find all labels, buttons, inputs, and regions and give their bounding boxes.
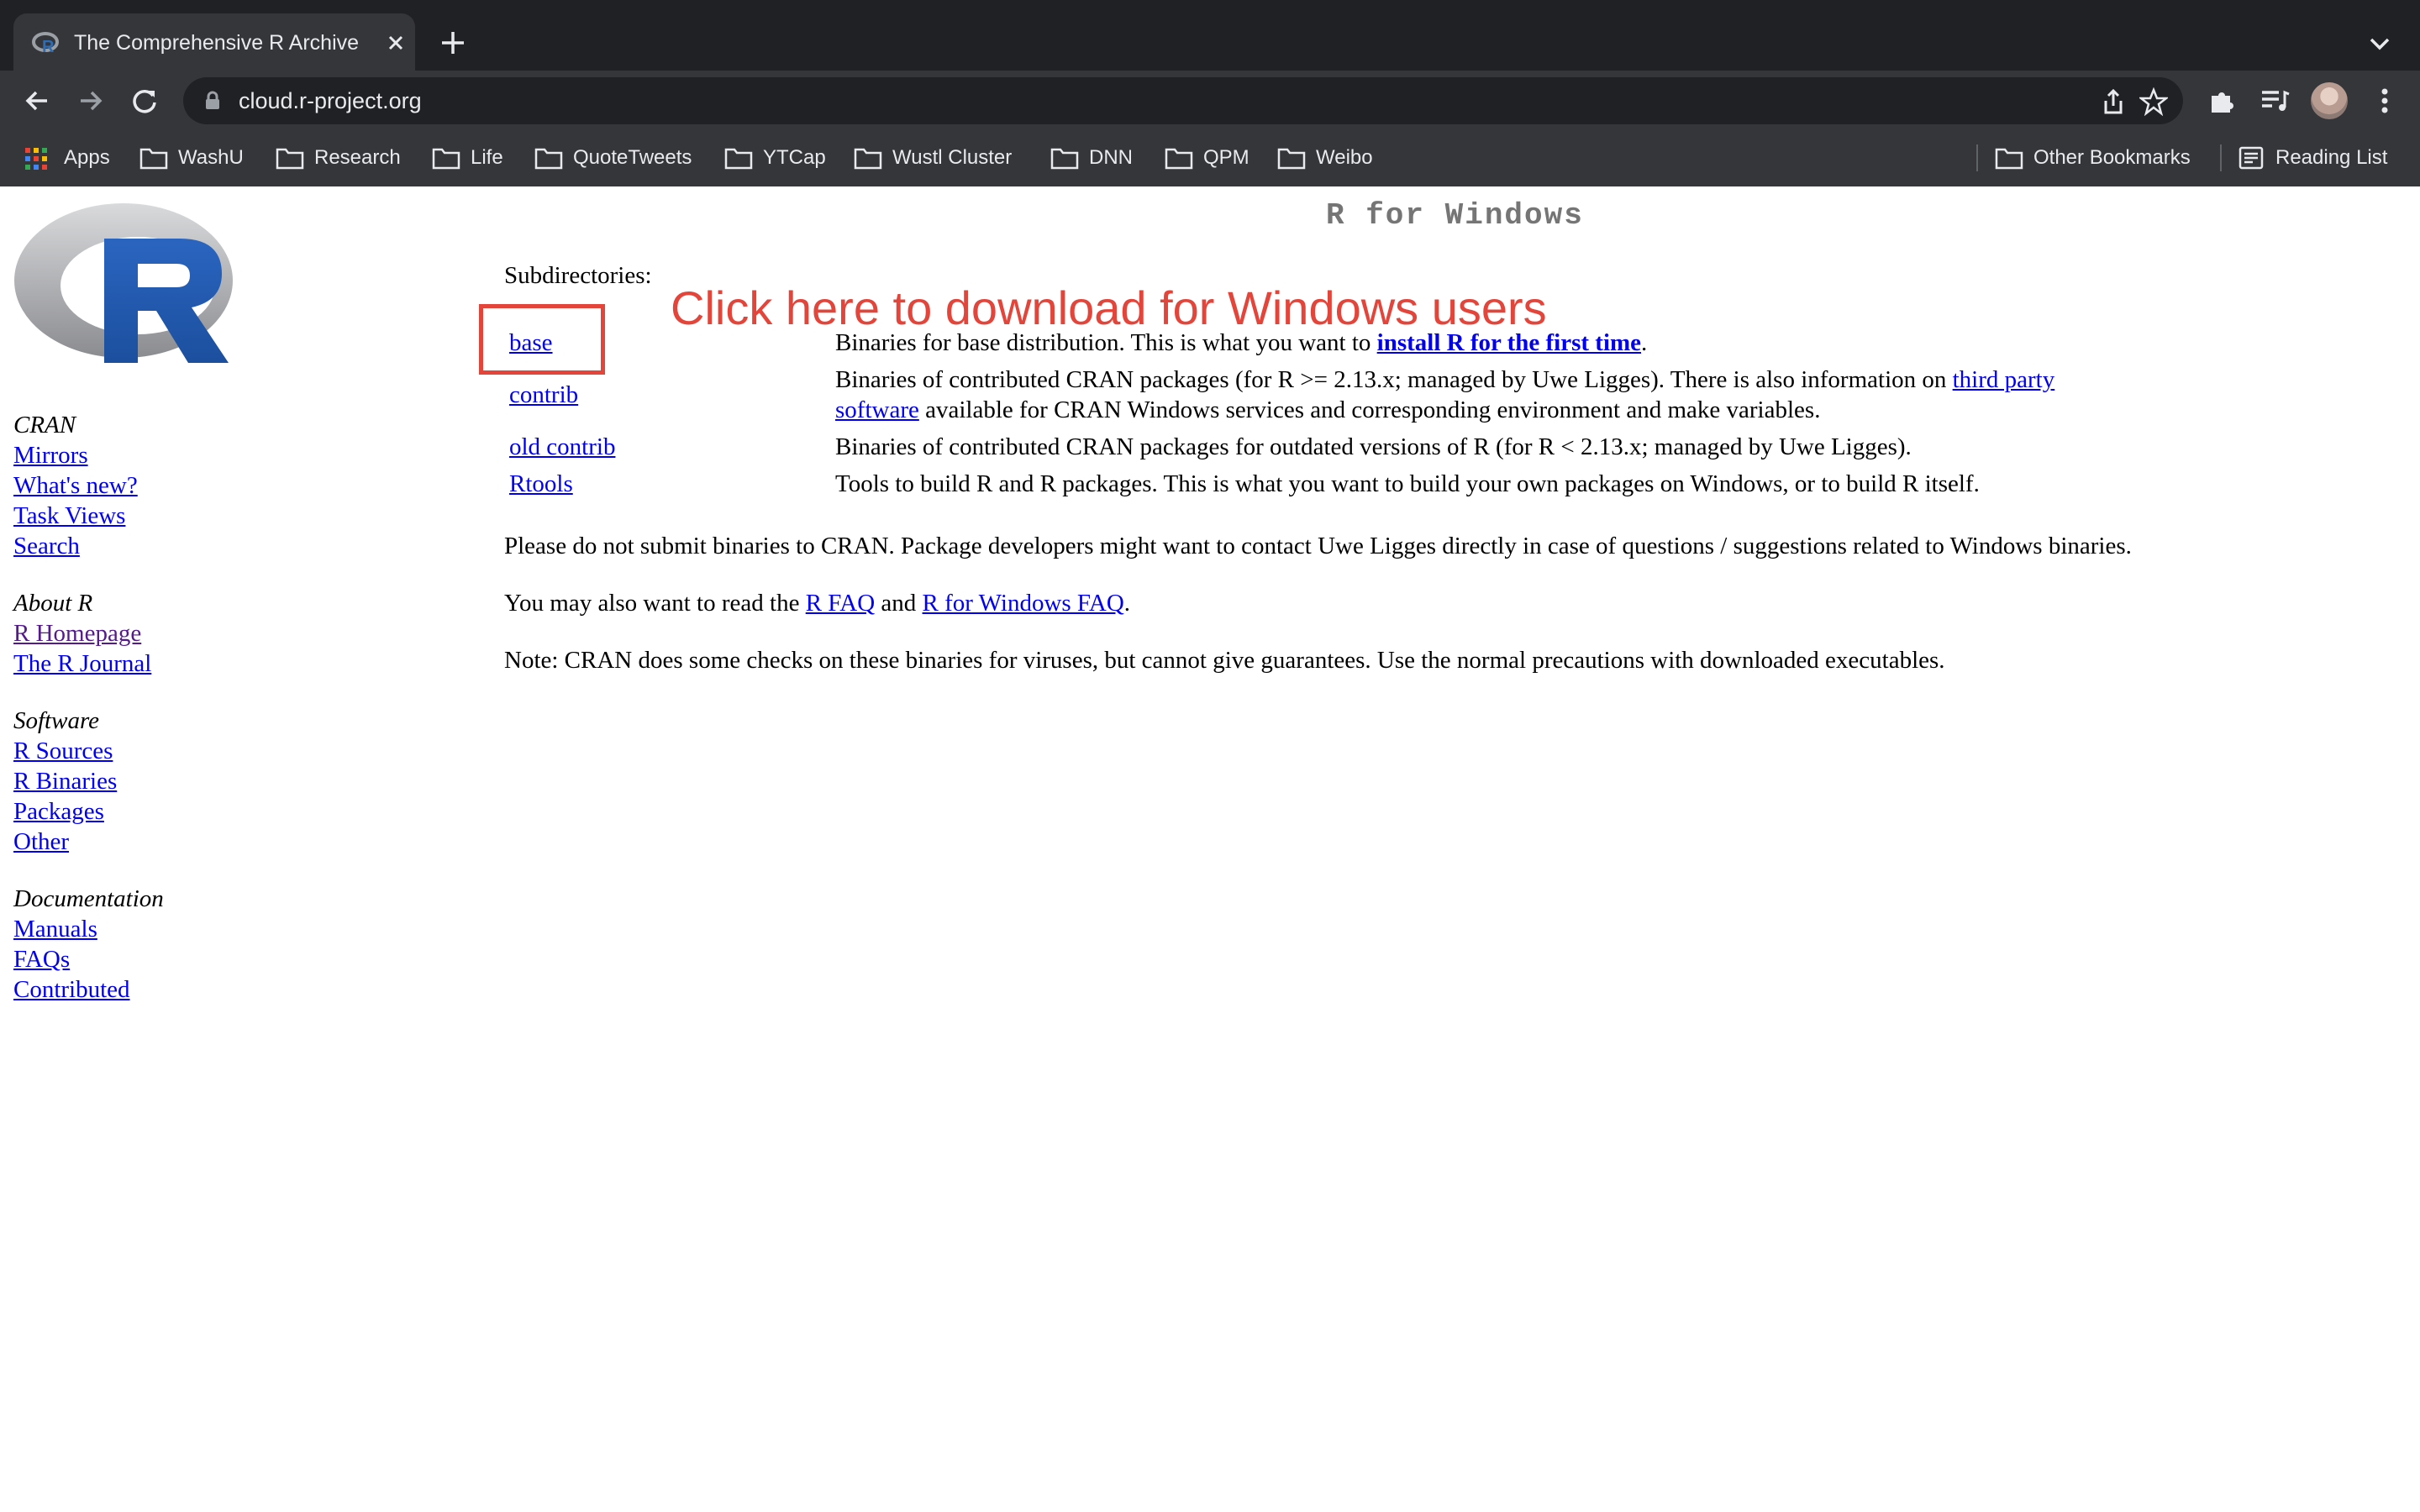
address-bar[interactable]: cloud.r-project.org [183,77,2183,124]
bookmarks-bar: Apps WashU Research Life QuoteTweets YTC… [0,129,2420,186]
extensions-puzzle-icon[interactable] [2205,84,2238,118]
svg-text:R: R [42,38,55,56]
paragraph-text: and [875,590,923,617]
sidebar-link-r-journal[interactable]: The R Journal [13,648,350,679]
software-link[interactable]: software [835,396,919,423]
subdir-description: Binaries of contributed CRAN packages fo… [835,433,1912,460]
sidebar-link-manuals[interactable]: Manuals [13,914,350,944]
subdir-link-contrib[interactable]: contrib [509,380,578,410]
description-text: available for CRAN Windows services and … [918,396,1821,423]
bookmarks-divider [2220,144,2222,171]
subdir-link-rtools[interactable]: Rtools [509,469,573,499]
bookmark-label: Life [471,146,503,169]
sidebar-group-software: Software R Sources R Binaries Packages O… [13,706,350,857]
paragraph-text: You may also want to read the [504,590,806,617]
reading-list-icon [2238,146,2264,170]
sidebar-group-about-r: About R R Homepage The R Journal [13,588,350,679]
bookmark-star-icon[interactable] [2139,87,2168,116]
paragraph-text: . [1123,590,1131,617]
bookmark-label: QPM [1203,146,1249,169]
folder-icon [276,148,304,170]
description-text: Binaries for base distribution. This is … [835,329,1377,356]
virus-check-note: Note: CRAN does some checks on these bin… [504,647,1945,674]
back-arrow-icon[interactable] [20,84,54,118]
browser-toolbar: cloud.r-project.org [0,71,2420,129]
subdir-description: Tools to build R and R packages. This is… [835,470,1980,497]
sidebar-link-contributed[interactable]: Contributed [13,974,350,1005]
folder-icon [724,148,753,170]
folder-icon [432,148,460,170]
bookmark-label: QuoteTweets [573,146,692,169]
active-tab[interactable]: R The Comprehensive R Archive [13,13,415,71]
sidebar-nav: CRAN Mirrors What's new? Task Views Sear… [13,410,350,1032]
subdirectories-label: Subdirectories: [504,262,652,289]
bookmark-label: DNN [1089,146,1133,169]
tab-title: The Comprehensive R Archive [74,31,360,55]
page-content: CRAN Mirrors What's new? Task Views Sear… [0,186,2420,1512]
folder-icon [534,148,563,170]
share-icon[interactable] [2099,87,2128,116]
r-windows-faq-link[interactable]: R for Windows FAQ [923,590,1124,617]
bookmark-label: WashU [178,146,244,169]
menu-kebab-icon[interactable] [2368,84,2402,118]
folder-icon [1050,148,1079,170]
bookmarks-divider [1976,144,1978,171]
new-tab-icon[interactable] [437,27,469,59]
binaries-notice: Please do not submit binaries to CRAN. P… [504,533,2132,559]
third-party-link[interactable]: third party [1953,366,2055,393]
sidebar-link-packages[interactable]: Packages [13,796,350,827]
lock-icon[interactable] [202,90,224,112]
folder-icon [1995,148,2023,170]
faq-paragraph: You may also want to read the R FAQ and … [504,588,1130,618]
media-queue-icon[interactable] [2257,84,2291,118]
sidebar-link-task-views[interactable]: Task Views [13,501,350,531]
subdir-link-old-contrib[interactable]: old contrib [509,432,615,462]
bookmark-label: Apps [64,146,110,169]
profile-avatar[interactable] [2311,82,2348,119]
close-tab-icon[interactable] [383,30,408,55]
sidebar-link-r-sources[interactable]: R Sources [13,736,350,766]
apps-grid-icon [25,148,47,170]
sidebar-link-other[interactable]: Other [13,827,350,857]
bookmark-label: Research [314,146,401,169]
sidebar-link-r-homepage[interactable]: R Homepage [13,618,350,648]
sidebar-link-search[interactable]: Search [13,531,350,561]
sidebar-link-mirrors[interactable]: Mirrors [13,440,350,470]
reload-icon[interactable] [128,84,161,118]
bookmark-label: Weibo [1316,146,1373,169]
sidebar-heading: About R [13,590,93,617]
sidebar-group-cran: CRAN Mirrors What's new? Task Views Sear… [13,410,350,561]
sidebar-group-documentation: Documentation Manuals FAQs Contributed [13,884,350,1005]
sidebar-heading: Software [13,707,100,734]
r-faq-link[interactable]: R FAQ [806,590,875,617]
sidebar-link-faqs[interactable]: FAQs [13,944,350,974]
description-text: . [1641,329,1648,356]
tab-search-chevron-icon[interactable] [2365,29,2395,59]
page-title: R for Windows [1326,198,1584,233]
forward-arrow-icon[interactable] [74,84,108,118]
description-text: Binaries of contributed CRAN packages (f… [835,366,1953,393]
bookmark-label: Reading List [2275,146,2388,169]
bookmark-label: Wustl Cluster [892,146,1013,169]
url-text[interactable]: cloud.r-project.org [239,84,422,118]
bookmark-label: Other Bookmarks [2033,146,2191,169]
bookmark-label: YTCap [763,146,826,169]
subdir-link-base[interactable]: base [509,328,553,358]
tab-strip: R The Comprehensive R Archive [0,0,2420,71]
folder-icon [854,148,882,170]
sidebar-heading: Documentation [13,885,164,912]
browser-chrome: R The Comprehensive R Archive cloud.r-pr… [0,0,2420,186]
subdir-description: Binaries of contributed CRAN packages (f… [835,365,2180,425]
r-logo-icon: R [32,32,59,56]
r-logo[interactable] [12,197,239,373]
folder-icon [139,148,168,170]
sidebar-heading: CRAN [13,412,76,438]
folder-icon [1277,148,1306,170]
subdir-description: Binaries for base distribution. This is … [835,328,2180,358]
sidebar-link-r-binaries[interactable]: R Binaries [13,766,350,796]
sidebar-link-whats-new[interactable]: What's new? [13,470,350,501]
install-r-first-time-link[interactable]: install R for the first time [1377,329,1641,356]
folder-icon [1165,148,1193,170]
